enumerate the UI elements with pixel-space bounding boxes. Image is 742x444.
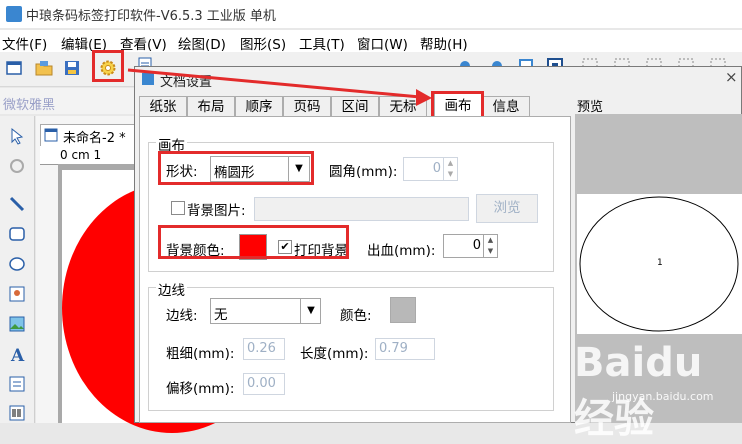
ruler-label: 0 cm 1 bbox=[60, 148, 102, 162]
preview-page-number: 1 bbox=[657, 258, 663, 268]
bleed-spinner[interactable]: 0 ▲ ▼ bbox=[443, 234, 498, 258]
length-value: 0.79 bbox=[379, 341, 408, 356]
radius-value: 0 bbox=[432, 161, 441, 176]
background-image-label: 背景图片: bbox=[187, 203, 246, 219]
app-logo-icon bbox=[6, 6, 22, 22]
spinner-arrows-icon[interactable]: ▲ ▼ bbox=[443, 158, 457, 180]
text-tool-icon[interactable]: A bbox=[7, 344, 27, 364]
border-style-value: 无 bbox=[214, 307, 228, 323]
svg-text:A: A bbox=[10, 346, 25, 364]
menu-help[interactable]: 帮助(H) bbox=[420, 33, 468, 53]
select-arrow-icon[interactable] bbox=[7, 126, 27, 146]
border-style-label: 边线: bbox=[166, 308, 198, 324]
bleed-label: 出血(mm): bbox=[367, 243, 436, 259]
picture-tool-icon[interactable] bbox=[7, 314, 27, 334]
horizontal-ruler: 0 cm 1 bbox=[40, 146, 140, 165]
thickness-label: 粗细(mm): bbox=[166, 346, 235, 362]
menu-window[interactable]: 窗口(W) bbox=[357, 33, 408, 53]
close-icon[interactable]: × bbox=[725, 68, 738, 86]
watermark-url: jingyan.baidu.com bbox=[612, 390, 714, 403]
barcode-tool-icon[interactable] bbox=[7, 403, 27, 423]
preview-label: 预览 bbox=[577, 100, 604, 115]
chevron-down-icon: ▼ bbox=[300, 299, 321, 323]
new-document-icon[interactable] bbox=[4, 58, 24, 78]
menu-view[interactable]: 查看(V) bbox=[120, 33, 167, 53]
menu-bar: 文件(F) 编辑(E) 查看(V) 绘图(D) 图形(S) 工具(T) 窗口(W… bbox=[0, 30, 742, 53]
app-title: 中琅条码标签打印软件-V6.5.3 工业版 单机 bbox=[26, 9, 276, 24]
background-image-path-field[interactable] bbox=[254, 197, 469, 221]
length-label: 长度(mm): bbox=[300, 346, 369, 362]
border-group-legend: 边线 bbox=[156, 279, 187, 299]
bleed-value: 0 bbox=[472, 238, 481, 253]
rectangle-tool-icon[interactable] bbox=[7, 224, 27, 244]
border-color-swatch[interactable] bbox=[390, 297, 416, 323]
tool-palette: A bbox=[0, 116, 35, 423]
offset-label: 偏移(mm): bbox=[166, 381, 235, 397]
font-name-field[interactable]: 微软雅黑 bbox=[3, 94, 55, 113]
line-tool-icon[interactable] bbox=[7, 194, 27, 214]
background-image-checkbox[interactable] bbox=[171, 201, 185, 215]
document-icon bbox=[44, 128, 58, 142]
menu-shape[interactable]: 图形(S) bbox=[240, 33, 286, 53]
document-tab[interactable]: 未命名-2 * bbox=[40, 124, 138, 148]
ellipse-tool-icon[interactable] bbox=[7, 254, 27, 274]
document-tab-label: 未命名-2 * bbox=[63, 131, 126, 146]
browse-button[interactable]: 浏览 bbox=[476, 194, 538, 223]
radius-label: 圆角(mm): bbox=[329, 164, 398, 180]
annotation-arrow bbox=[127, 68, 432, 106]
border-style-select[interactable]: 无 ▼ bbox=[210, 298, 321, 324]
thickness-field[interactable]: 0.26 bbox=[243, 338, 285, 360]
border-color-label: 颜色: bbox=[340, 308, 372, 324]
radius-spinner[interactable]: 0 ▲ ▼ bbox=[403, 157, 458, 181]
menu-draw[interactable]: 绘图(D) bbox=[178, 33, 226, 53]
length-field[interactable]: 0.79 bbox=[375, 338, 435, 360]
preview-page: 1 bbox=[577, 194, 742, 334]
image-tool-icon[interactable] bbox=[7, 284, 27, 304]
save-icon[interactable] bbox=[62, 58, 82, 78]
offset-field[interactable]: 0.00 bbox=[243, 373, 285, 395]
offset-value: 0.00 bbox=[247, 376, 276, 391]
rich-text-tool-icon[interactable] bbox=[7, 374, 27, 394]
open-folder-icon[interactable] bbox=[34, 58, 54, 78]
tab-info[interactable]: 信息 bbox=[482, 96, 530, 116]
shape-highlight bbox=[158, 151, 314, 185]
rotate-icon[interactable] bbox=[7, 156, 27, 176]
thickness-value: 0.26 bbox=[247, 341, 276, 356]
menu-file[interactable]: 文件(F) bbox=[2, 33, 47, 53]
menu-tools[interactable]: 工具(T) bbox=[299, 33, 345, 53]
spinner-arrows-icon[interactable]: ▲ ▼ bbox=[483, 235, 497, 257]
background-color-highlight bbox=[158, 225, 349, 259]
